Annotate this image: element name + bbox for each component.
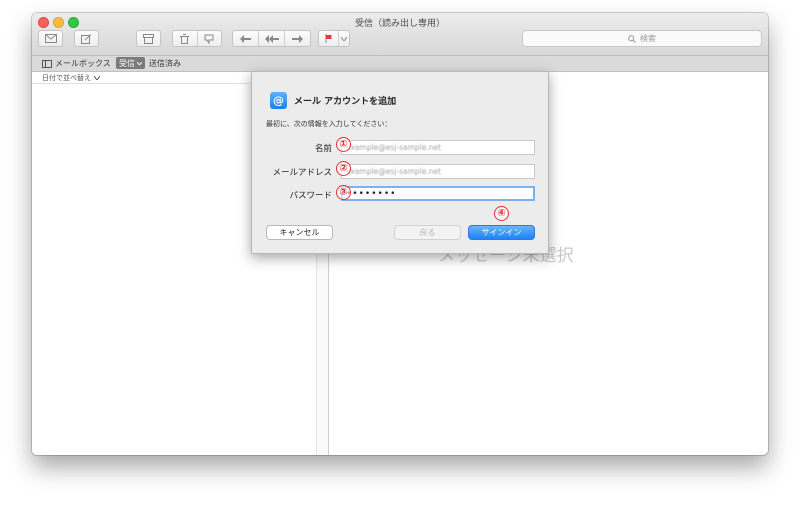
trash-button[interactable]: [173, 31, 198, 46]
flag-group: [318, 30, 350, 47]
at-sign-icon: @: [270, 92, 287, 109]
email-field[interactable]: example@esj-sample.net: [341, 164, 535, 179]
reply-forward-group: [232, 30, 311, 47]
magnifier-icon: [628, 34, 636, 43]
sidebar-icon: [42, 59, 52, 68]
sort-label: 日付で並べ替え: [42, 73, 91, 82]
flag-button[interactable]: [319, 31, 339, 46]
search-placeholder: 検索: [640, 34, 656, 43]
step-marker-3: ③: [336, 185, 351, 200]
name-label: 名前: [314, 144, 332, 154]
dialog-intro: 最初に、次の情報を入力してください：: [266, 120, 392, 128]
archive-button[interactable]: [136, 30, 161, 47]
mailbox-toggle[interactable]: メールボックス: [42, 57, 111, 70]
password-value: ••••••••: [346, 188, 397, 199]
step-marker-1: ①: [336, 137, 351, 152]
email-label: メールアドレス: [272, 168, 332, 178]
compose-button[interactable]: [74, 30, 99, 47]
password-label: パスワード: [289, 191, 332, 201]
junk-icon: [204, 34, 214, 44]
sign-in-button[interactable]: サインイン: [468, 225, 535, 240]
back-button[interactable]: 戻る: [394, 225, 461, 240]
reply-all-button[interactable]: [259, 31, 285, 46]
dialog-title: メール アカウントを追加: [294, 97, 397, 107]
add-account-dialog: @ メール アカウントを追加 最初に、次の情報を入力してください： 名前 exa…: [251, 71, 549, 254]
title-bar: 受信（読み出し専用） 検索: [32, 13, 768, 56]
chevron-down-icon: [341, 36, 347, 41]
flag-menu-button[interactable]: [339, 31, 349, 46]
forward-icon: [292, 34, 303, 43]
archive-icon: [143, 33, 154, 44]
name-field[interactable]: example@esj-sample.net: [341, 140, 535, 155]
get-mail-button[interactable]: [38, 30, 63, 47]
name-value: example@esj-sample.net: [346, 143, 442, 152]
mailbox-label: メールボックス: [55, 59, 111, 68]
envelope-icon: [44, 34, 57, 43]
flag-icon: [325, 34, 332, 43]
favorite-inbox[interactable]: 受信: [116, 57, 145, 69]
window-title: 受信（読み出し専用）: [354, 19, 445, 29]
compose-icon: [81, 33, 92, 44]
cancel-button[interactable]: キャンセル: [266, 225, 333, 240]
step-marker-4: ④: [494, 206, 509, 221]
junk-button[interactable]: [198, 31, 222, 46]
favorites-bar: メールボックス 受信 送信済み: [32, 56, 768, 72]
chevron-down-icon: [94, 75, 100, 80]
favorite-sent[interactable]: 送信済み: [149, 57, 181, 70]
reply-icon: [240, 34, 251, 43]
reply-button[interactable]: [233, 31, 259, 46]
trash-icon: [180, 33, 190, 44]
password-field[interactable]: ••••••••: [341, 186, 535, 201]
email-value: example@esj-sample.net: [346, 167, 442, 176]
chevron-down-icon: [137, 61, 142, 65]
inbox-label: 受信: [119, 58, 135, 68]
reply-all-icon: [264, 34, 279, 43]
search-field[interactable]: 検索: [522, 30, 762, 47]
delete-junk-group: [172, 30, 222, 47]
sent-label: 送信済み: [149, 59, 181, 68]
step-marker-2: ②: [336, 161, 351, 176]
forward-button[interactable]: [285, 31, 310, 46]
